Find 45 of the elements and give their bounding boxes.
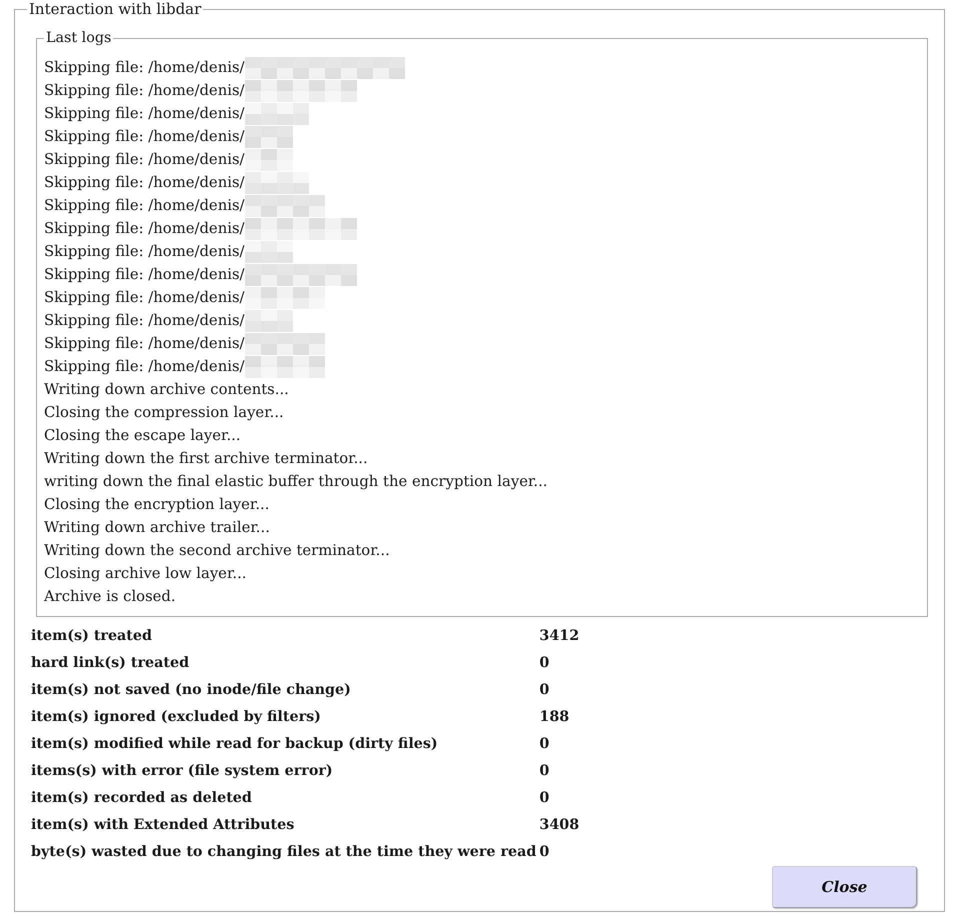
log-line-text: Archive is closed.: [44, 587, 176, 608]
log-line-text: Skipping file: /home/denis/: [44, 173, 245, 194]
stat-value: 0: [538, 762, 550, 781]
stat-value: 3412: [538, 626, 580, 646]
stat-label: items(s) with error (file system error): [31, 762, 334, 781]
log-line-text: Skipping file: /home/denis/: [44, 81, 245, 102]
stat-label: item(s) with Extended Attributes: [31, 816, 296, 835]
stat-label: item(s) not saved (no inode/file change): [31, 680, 352, 700]
log-line-text: Skipping file: /home/denis/: [44, 311, 245, 332]
log-line-text: Writing down the first archive terminator...: [44, 449, 368, 470]
stat-value: 0: [538, 734, 550, 754]
log-line-text: Skipping file: /home/denis/: [44, 219, 245, 240]
log-line-text: Skipping file: /home/denis/: [44, 265, 245, 286]
log-line-text: Writing down archive contents...: [44, 380, 289, 400]
stat-value: 0: [536, 839, 580, 866]
log-line-text: Skipping file: /home/denis/: [44, 127, 245, 148]
stat-label: item(s) ignored (excluded by filters): [31, 708, 322, 727]
stat-value: 0: [538, 788, 550, 808]
log-line-text: Closing the escape layer...: [44, 426, 241, 446]
stat-value: 3408: [538, 816, 580, 835]
log-line-text: Skipping file: /home/denis/: [44, 150, 245, 170]
stat-label: hard link(s) treated: [31, 654, 190, 673]
stat-label: item(s) treated: [31, 626, 154, 646]
stat-label: item(s) recorded as deleted: [31, 788, 253, 808]
close-button[interactable]: Close: [772, 866, 917, 908]
stat-value: 0: [538, 654, 550, 673]
log-line-text: Skipping file: /home/denis/: [44, 357, 245, 378]
log-line-text: Skipping file: /home/denis/: [44, 196, 245, 216]
stat-value: 0: [538, 680, 550, 700]
stat-label: item(s) modified while read for backup (dirty files): [31, 734, 439, 754]
log-line-text: Closing the compression layer...: [44, 403, 284, 424]
logs-group-title: Last logs: [45, 30, 112, 48]
dialog-group-title: Interaction with libdar: [28, 0, 202, 18]
log-line-text: Skipping file: /home/denis/: [44, 334, 245, 354]
stat-value: 188: [538, 708, 570, 727]
log-line-text: Skipping file: /home/denis/: [44, 288, 245, 308]
log-line-text: Skipping file: /home/denis/: [44, 104, 245, 124]
log-line-text: Closing the encryption layer...: [44, 495, 270, 516]
log-line-text: Skipping file: /home/denis/: [44, 58, 245, 78]
log-line-text: Closing archive low layer...: [44, 564, 246, 584]
log-line-text: Writing down the second archive terminator...: [44, 541, 390, 562]
log-line-text: Skipping file: /home/denis/: [44, 242, 245, 262]
stat-label: byte(s) wasted due to changing files at the time they were read: [31, 842, 536, 862]
log-line-text: Writing down archive trailer...: [44, 518, 270, 538]
log-line-text: writing down the final elastic buffer through the encryption layer...: [44, 472, 548, 492]
